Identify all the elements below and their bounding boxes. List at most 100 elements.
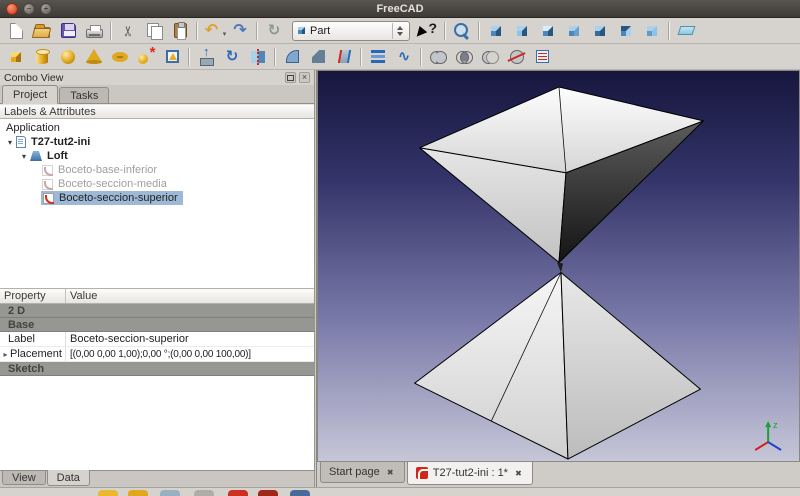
combo-view-tabs: Project Tasks — [0, 85, 314, 104]
revolve-button[interactable] — [219, 45, 245, 69]
tree-item-sketch-seccion-media[interactable]: Boceto-seccion-media — [0, 177, 314, 191]
create-primitives-button[interactable] — [133, 45, 159, 69]
toolbar-separator — [360, 48, 362, 66]
extrude-icon — [199, 48, 213, 66]
combo-view-header: Combo View — [0, 70, 314, 85]
new-document-button[interactable] — [3, 19, 29, 43]
boolean-common-button[interactable] — [451, 45, 477, 69]
chamfer-button[interactable] — [305, 45, 331, 69]
minimize-window-button[interactable]: − — [23, 3, 35, 15]
tree-item-sketch-seccion-superior[interactable]: Boceto-seccion-superior — [0, 191, 314, 205]
top-view-button[interactable] — [535, 19, 561, 43]
section-button[interactable] — [503, 45, 529, 69]
property-group-sketch[interactable]: Sketch — [0, 362, 314, 376]
cross-sections-button[interactable] — [529, 45, 555, 69]
property-name: Label — [0, 332, 66, 346]
copy-button[interactable] — [141, 19, 167, 43]
toolbar-separator — [274, 48, 276, 66]
property-group-2d[interactable]: 2 D — [0, 304, 314, 318]
torus-icon — [112, 52, 128, 62]
cone-icon — [86, 49, 102, 64]
cropped-icon — [128, 490, 148, 496]
sphere-button[interactable] — [55, 45, 81, 69]
front-view-button[interactable] — [509, 19, 535, 43]
cut-button[interactable] — [115, 19, 141, 43]
tab-data[interactable]: Data — [47, 470, 90, 486]
box-button[interactable] — [3, 45, 29, 69]
redo-icon — [233, 23, 246, 39]
expander-open-icon[interactable] — [5, 138, 15, 147]
main-area: Combo View Project Tasks Labels & Attrib… — [0, 70, 800, 487]
3d-viewport[interactable]: z — [317, 70, 800, 461]
boolean-union-button[interactable] — [425, 45, 451, 69]
cone-button[interactable] — [81, 45, 107, 69]
boolean-cut-icon — [482, 50, 499, 63]
workbench-dropdown-arrows[interactable] — [392, 23, 407, 39]
toolbar-separator — [478, 22, 480, 40]
workbench-selector[interactable]: Part — [292, 21, 410, 41]
tree-column-header: Labels & Attributes — [0, 104, 314, 119]
sweep-button[interactable] — [391, 45, 417, 69]
loft-solid-rendering[interactable]: z — [318, 71, 799, 461]
standard-toolbar: Part — [0, 18, 800, 44]
tab-start-page[interactable]: Start page — [320, 462, 405, 483]
axonometric-view-button[interactable] — [483, 19, 509, 43]
tree-item-document[interactable]: T27-tut2-ini — [0, 135, 314, 149]
close-tab-icon[interactable] — [385, 467, 396, 478]
measure-distance-button[interactable] — [673, 19, 699, 43]
property-table-header: Property Value — [0, 289, 314, 304]
paste-button[interactable] — [167, 19, 193, 43]
tree-item-loft[interactable]: Loft — [0, 149, 314, 163]
shape-builder-button[interactable] — [159, 45, 185, 69]
right-view-button[interactable] — [561, 19, 587, 43]
undo-button[interactable] — [201, 19, 227, 43]
cropped-icon — [228, 490, 248, 496]
save-document-icon — [61, 23, 76, 38]
close-t ab-icon[interactable] — [513, 468, 524, 479]
mirror-button[interactable] — [245, 45, 271, 69]
toolbar-separator — [196, 22, 198, 40]
boolean-common-icon — [456, 50, 473, 63]
cropped-icon — [194, 490, 214, 496]
left-view-button[interactable] — [639, 19, 665, 43]
tree-label: T27-tut2-ini — [29, 136, 92, 148]
tree-item-application[interactable]: Application — [0, 121, 314, 135]
save-document-button[interactable] — [55, 19, 81, 43]
rear-view-button[interactable] — [587, 19, 613, 43]
toolbar-separator — [110, 22, 112, 40]
print-button[interactable] — [81, 19, 107, 43]
sketch-icon — [42, 179, 53, 190]
cylinder-button[interactable] — [29, 45, 55, 69]
fillet-button[interactable] — [279, 45, 305, 69]
tab-tasks[interactable]: Tasks — [59, 87, 109, 103]
cropped-icon — [160, 490, 180, 496]
loft-button[interactable] — [365, 45, 391, 69]
cropped-icon — [98, 490, 118, 496]
whats-this-button[interactable] — [415, 19, 441, 43]
redo-button[interactable] — [227, 19, 253, 43]
whats-this-icon — [418, 23, 438, 39]
expander-closed-icon[interactable] — [1, 350, 10, 359]
property-row-placement[interactable]: Placement [(0,00 0,00 1,00);0,00 °;(0,00… — [0, 347, 314, 362]
bottom-view-button[interactable] — [613, 19, 639, 43]
tab-project[interactable]: Project — [2, 85, 58, 104]
property-group-base[interactable]: Base — [0, 318, 314, 332]
refresh-button[interactable] — [261, 19, 287, 43]
tree-item-sketch-base-inferior[interactable]: Boceto-base-inferior — [0, 163, 314, 177]
ruled-surface-button[interactable] — [331, 45, 357, 69]
open-document-button[interactable] — [29, 19, 55, 43]
svg-text:z: z — [773, 420, 778, 430]
boolean-cut-button[interactable] — [477, 45, 503, 69]
cylinder-icon — [36, 50, 48, 64]
expander-open-icon[interactable] — [19, 152, 29, 161]
property-row-label[interactable]: Label Boceto-seccion-superior — [0, 332, 314, 347]
close-panel-icon[interactable] — [299, 72, 310, 83]
maximize-window-button[interactable]: + — [40, 3, 52, 15]
tab-view[interactable]: View — [2, 471, 46, 485]
extrude-button[interactable] — [193, 45, 219, 69]
torus-button[interactable] — [107, 45, 133, 69]
detach-panel-icon[interactable] — [285, 72, 296, 83]
close-window-button[interactable] — [6, 3, 18, 15]
fit-all-button[interactable] — [449, 19, 475, 43]
tab-document-t27[interactable]: T27-tut2-ini : 1* — [407, 462, 533, 485]
